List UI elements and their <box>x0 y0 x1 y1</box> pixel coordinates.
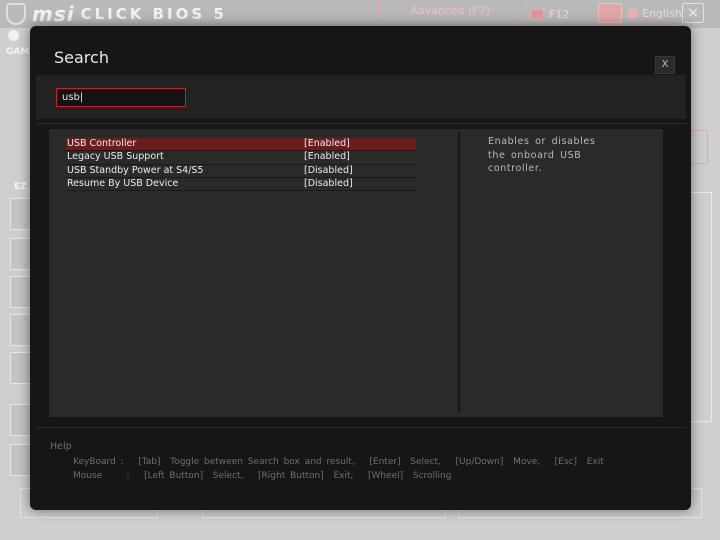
results-panel: USB Controller [Enabled] Legacy USB Supp… <box>49 129 663 417</box>
language-button[interactable]: English <box>627 5 682 21</box>
dialog-close-button[interactable]: X <box>655 56 675 74</box>
help-mouse: Mouse : [Left Button] Select, [Right But… <box>73 471 452 481</box>
search-panel <box>36 75 686 119</box>
results-divider <box>458 131 460 413</box>
item-description: Enables or disables the onboard USB cont… <box>488 136 596 174</box>
product-text: CLICK BIOS 5 <box>80 5 227 23</box>
search-button[interactable] <box>598 3 622 23</box>
bg-right-frame <box>690 192 712 422</box>
msi-dragon-icon <box>6 3 26 25</box>
f12-label: F12 <box>549 7 570 21</box>
result-value[interactable]: [Enabled] <box>304 151 350 163</box>
result-row-resume-by-usb[interactable]: Resume By USB Device [Disabled] <box>66 177 416 192</box>
help-area: Help KeyBoard : [Tab] Toggle between Sea… <box>36 427 686 503</box>
help-keyboard: KeyBoard : [Tab] Toggle between Search b… <box>73 457 604 467</box>
search-dialog: Search X USB Controller [Enabled] Legacy… <box>30 26 691 510</box>
help-title: Help <box>50 441 72 452</box>
brand-text: msi <box>32 2 75 26</box>
dialog-title: Search <box>54 48 109 67</box>
result-value[interactable]: [Disabled] <box>304 165 353 177</box>
game-boost-label: GAM <box>6 47 30 57</box>
bios-close-button[interactable]: × <box>682 3 704 23</box>
advanced-mode-button[interactable]: Advanced (F7) <box>378 2 522 22</box>
result-value[interactable]: [Enabled] <box>304 138 350 150</box>
msi-logo: msi CLICK BIOS 5 <box>6 2 227 26</box>
result-value[interactable]: [Disabled] <box>304 178 353 190</box>
screenshot-icon <box>530 9 544 19</box>
result-name: Legacy USB Support <box>67 151 164 163</box>
globe-icon <box>627 7 638 19</box>
result-row-legacy-usb-support[interactable]: Legacy USB Support [Enabled] <box>66 151 416 165</box>
result-row-usb-standby-power[interactable]: USB Standby Power at S4/S5 [Disabled] <box>66 165 416 178</box>
screenshot-button[interactable]: F12 <box>530 6 569 22</box>
ez-mode-label: EZ <box>14 182 27 192</box>
result-row-usb-controller[interactable]: USB Controller [Enabled] <box>66 138 416 152</box>
result-name: Resume By USB Device <box>67 177 179 189</box>
search-input[interactable] <box>56 88 186 107</box>
result-name: USB Controller <box>67 138 137 149</box>
results-list: USB Controller [Enabled] Legacy USB Supp… <box>66 138 416 192</box>
language-label: English <box>642 6 682 20</box>
result-name: USB Standby Power at S4/S5 <box>67 164 204 176</box>
clock-icon <box>8 30 19 41</box>
